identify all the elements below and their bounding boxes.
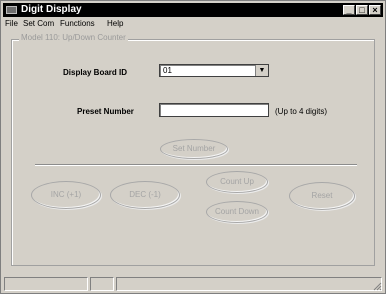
dec-button[interactable]: DEC (-1): [110, 181, 180, 209]
status-pane-3: [116, 277, 382, 291]
count-down-button[interactable]: Count Down: [206, 201, 268, 223]
inc-button[interactable]: INC (+1): [31, 181, 101, 209]
count-up-button[interactable]: Count Up: [206, 171, 268, 193]
display-board-id-value: 01: [163, 66, 172, 75]
preset-number-label: Preset Number: [77, 107, 134, 116]
status-pane-2: [90, 277, 114, 291]
close-button[interactable]: ×: [369, 5, 381, 15]
status-bar: [4, 277, 382, 291]
maximize-button[interactable]: □: [356, 5, 368, 15]
main-window: Digit Display _ □ × File Set Com Functio…: [0, 0, 386, 294]
preset-hint: (Up to 4 digits): [275, 107, 328, 116]
status-pane-1: [4, 277, 88, 291]
menu-functions[interactable]: Functions: [60, 19, 95, 28]
reset-button[interactable]: Reset: [289, 182, 355, 210]
preset-number-input[interactable]: [159, 103, 269, 117]
menu-bar: File Set Com Functions Help: [3, 18, 383, 30]
menu-file[interactable]: File: [5, 19, 18, 28]
resize-grip-icon[interactable]: [372, 281, 382, 291]
separator-line: [35, 164, 357, 166]
title-bar: Digit Display _ □ ×: [3, 3, 383, 17]
app-icon: [6, 6, 17, 14]
set-number-button[interactable]: Set Number: [160, 139, 228, 159]
menu-help[interactable]: Help: [107, 19, 123, 28]
display-board-id-select[interactable]: 01 ▼: [159, 64, 269, 77]
chevron-down-icon[interactable]: ▼: [255, 65, 268, 76]
menu-set-com[interactable]: Set Com: [23, 19, 54, 28]
group-label: Model 110: Up/Down Counter: [19, 33, 128, 42]
minimize-button[interactable]: _: [343, 5, 355, 15]
display-board-id-label: Display Board ID: [63, 68, 128, 77]
window-title: Digit Display: [21, 4, 82, 15]
